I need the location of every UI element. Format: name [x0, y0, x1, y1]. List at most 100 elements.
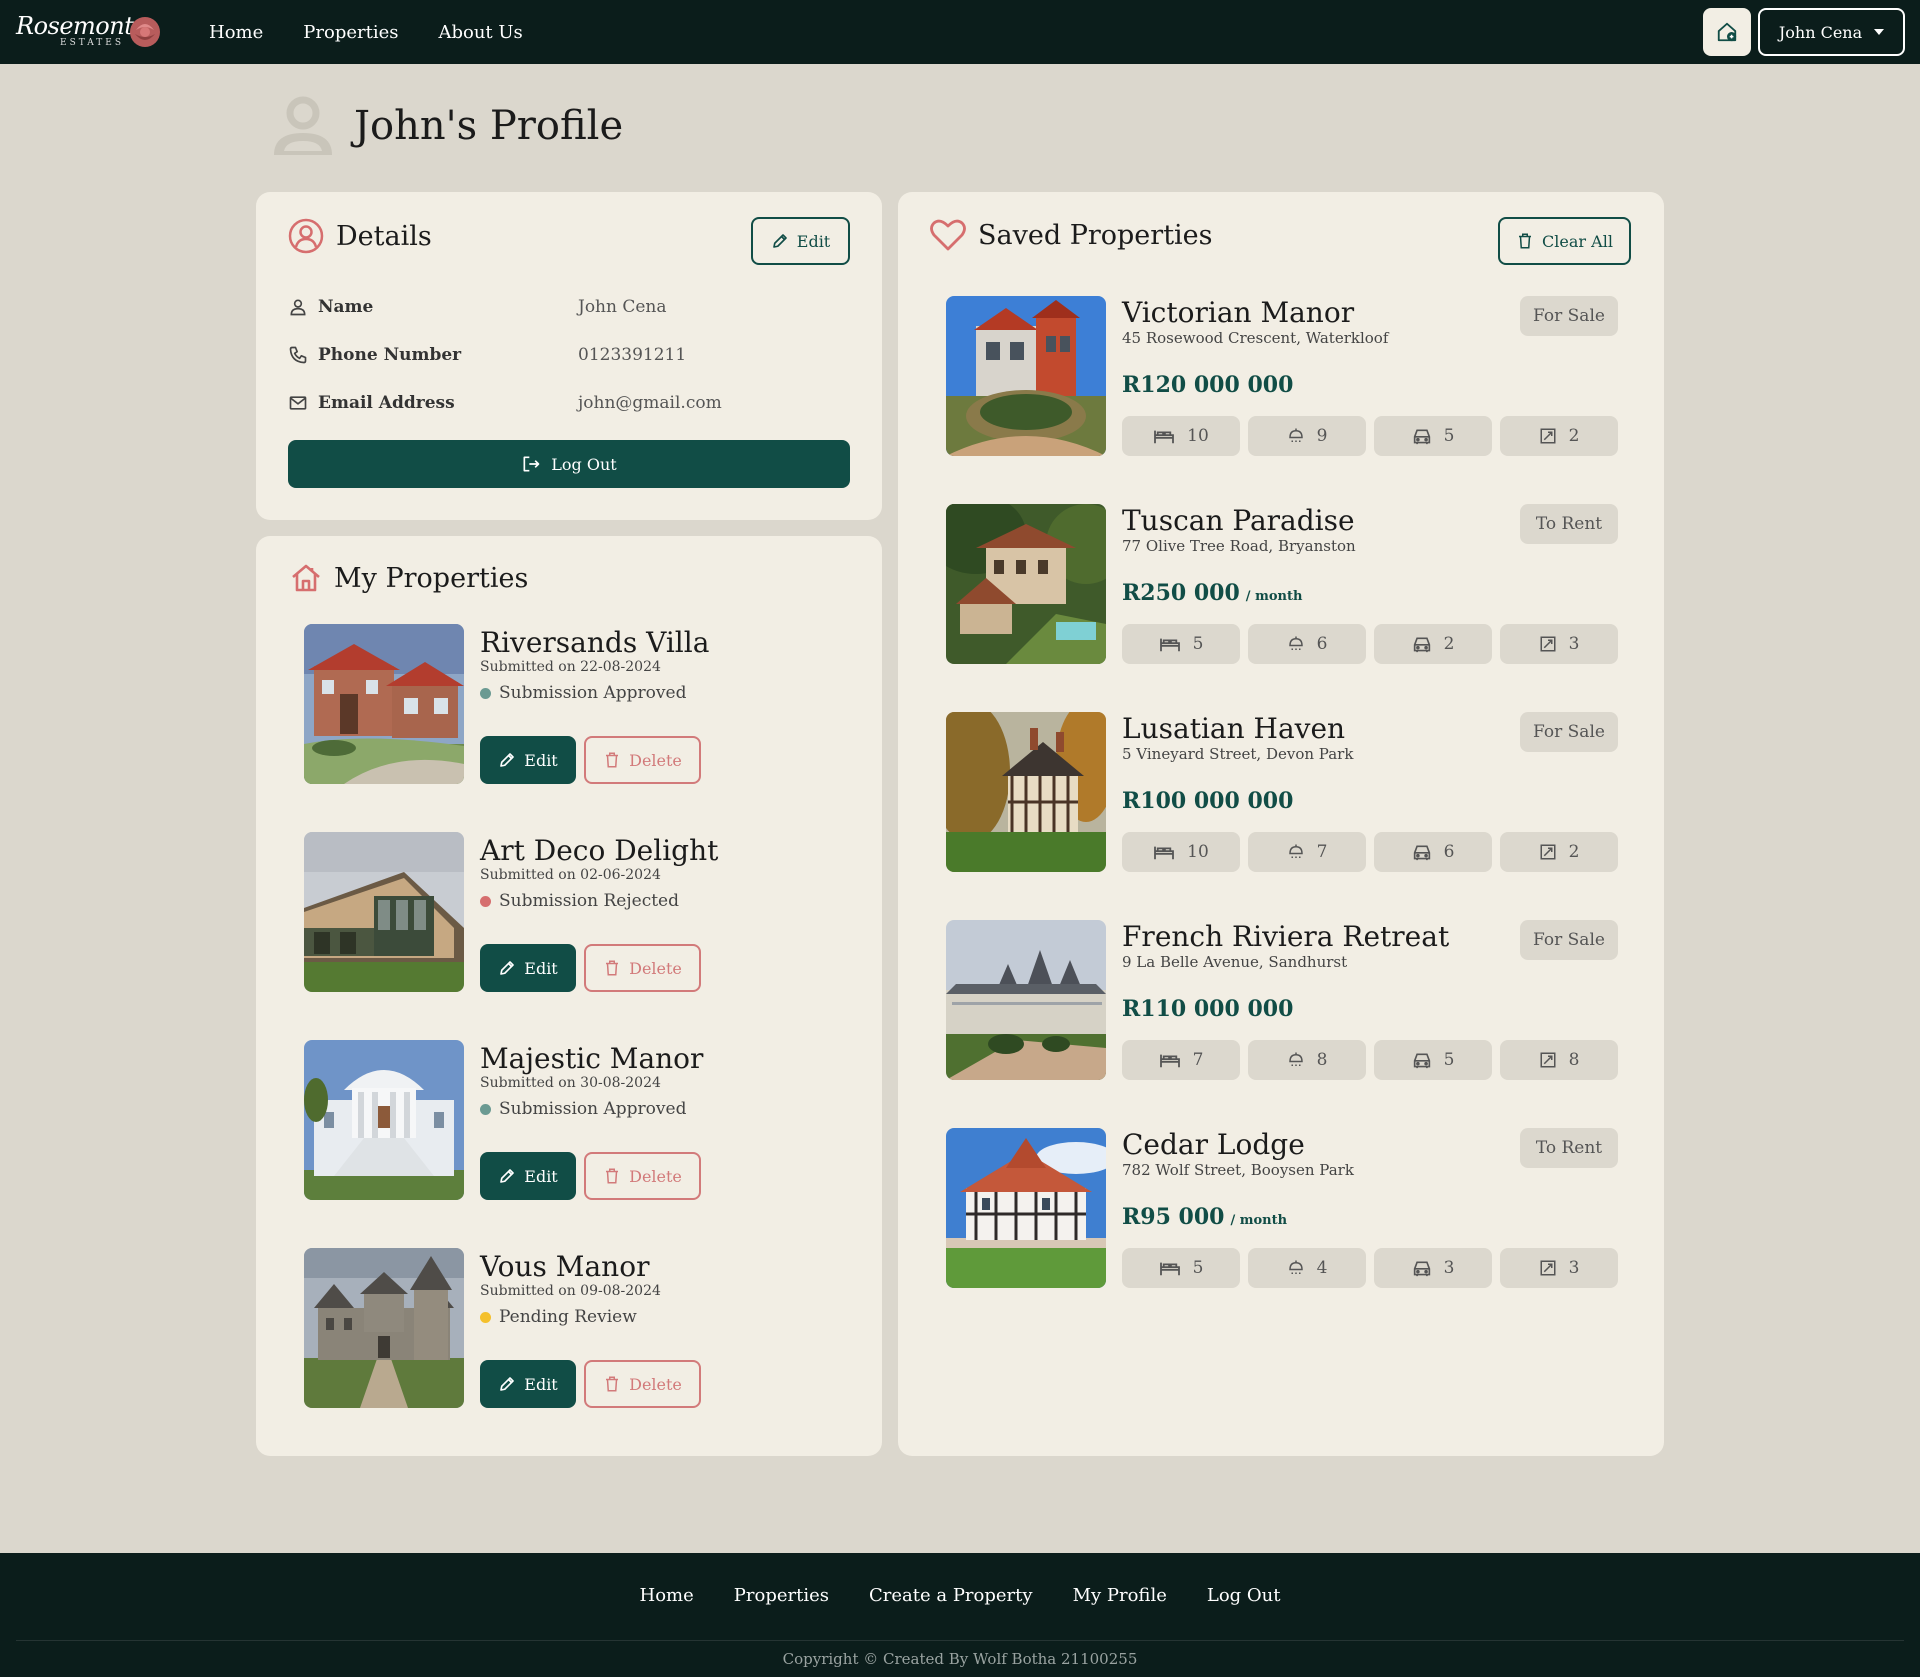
user-name: John Cena	[1778, 22, 1863, 42]
bedrooms-feature: 7	[1122, 1040, 1240, 1080]
logo-subtext: ESTATES	[60, 38, 124, 48]
edit-details-button[interactable]: Edit	[751, 217, 850, 265]
pencil-icon	[500, 1377, 515, 1391]
name-label: Name	[318, 297, 374, 317]
pencil-icon	[500, 1169, 515, 1183]
email-value: john@gmail.com	[578, 393, 722, 413]
nav-link-about-us[interactable]: About Us	[438, 22, 522, 43]
listing-type-badge: To Rent	[1520, 1128, 1618, 1168]
delete-label: Delete	[629, 1374, 682, 1394]
trash-icon	[1519, 233, 1532, 249]
property-info: Art Deco Delight Submitted on 02-06-2024…	[480, 832, 718, 911]
property-image[interactable]	[304, 1040, 464, 1200]
car-icon	[1413, 1053, 1430, 1069]
copyright-text: Copyright © Created By Wolf Botha 211002…	[782, 1650, 1138, 1668]
area-icon	[1540, 1052, 1556, 1068]
nav-link-properties[interactable]: Properties	[303, 22, 398, 43]
property-name[interactable]: Art Deco Delight	[480, 834, 718, 867]
mail-icon	[289, 396, 307, 410]
saved-property-item: Lusatian Haven 5 Vineyard Street, Devon …	[946, 712, 1618, 872]
footer-link-properties[interactable]: Properties	[734, 1585, 829, 1606]
house-icon	[292, 564, 320, 592]
logo-text: Rosemont	[16, 12, 134, 40]
property-image[interactable]	[304, 624, 464, 784]
house-plus-icon	[1717, 22, 1737, 42]
trash-icon	[606, 1168, 619, 1184]
footer-link-create-property[interactable]: Create a Property	[869, 1585, 1033, 1606]
property-image[interactable]	[946, 504, 1106, 664]
property-features: 7 8 5 8	[1122, 1040, 1618, 1080]
nav-link-home[interactable]: Home	[209, 22, 263, 43]
delete-property-button[interactable]: Delete	[584, 736, 701, 784]
footer-link-log-out[interactable]: Log Out	[1207, 1585, 1281, 1606]
saved-property-item: Tuscan Paradise 77 Olive Tree Road, Brya…	[946, 504, 1618, 664]
delete-label: Delete	[629, 958, 682, 978]
edit-property-button[interactable]: Edit	[480, 1360, 576, 1408]
clear-all-button[interactable]: Clear All	[1498, 217, 1631, 265]
bathrooms-feature: 7	[1248, 832, 1366, 872]
bedrooms-count: 10	[1187, 842, 1209, 862]
bedrooms-count: 5	[1192, 634, 1204, 654]
bathrooms-feature: 8	[1248, 1040, 1366, 1080]
delete-property-button[interactable]: Delete	[584, 1152, 701, 1200]
property-name[interactable]: Vous Manor	[480, 1250, 661, 1283]
edit-property-button[interactable]: Edit	[480, 736, 576, 784]
property-name[interactable]: Majestic Manor	[480, 1042, 703, 1075]
user-menu-dropdown[interactable]: John Cena	[1758, 8, 1905, 56]
detail-label-name: Name	[288, 297, 578, 317]
property-image[interactable]	[946, 296, 1106, 456]
footer-link-my-profile[interactable]: My Profile	[1073, 1585, 1167, 1606]
saved-title: Saved Properties	[978, 219, 1213, 251]
my-property-item: Majestic Manor Submitted on 30-08-2024 S…	[304, 1040, 844, 1200]
saved-property-item: Cedar Lodge 782 Wolf Street, Booysen Par…	[946, 1128, 1618, 1288]
delete-property-button[interactable]: Delete	[584, 1360, 701, 1408]
bedrooms-feature: 5	[1122, 1248, 1240, 1288]
bathrooms-feature: 4	[1248, 1248, 1366, 1288]
shower-icon	[1288, 636, 1303, 650]
status-dot-icon	[480, 1311, 491, 1323]
edit-property-button[interactable]: Edit	[480, 944, 576, 992]
bedrooms-count: 10	[1187, 426, 1209, 446]
phone-value: 0123391211	[578, 345, 687, 365]
garages-count: 3	[1443, 1258, 1455, 1278]
garages-feature: 5	[1374, 1040, 1492, 1080]
property-actions: Edit Delete	[480, 1152, 701, 1200]
car-icon	[1413, 845, 1430, 861]
footer-link-home[interactable]: Home	[640, 1585, 694, 1606]
create-property-button[interactable]	[1703, 8, 1751, 56]
delete-property-button[interactable]: Delete	[584, 944, 701, 992]
size-count: 3	[1568, 634, 1580, 654]
property-name[interactable]: Riversands Villa	[480, 626, 709, 659]
property-image[interactable]	[946, 920, 1106, 1080]
size-count: 3	[1568, 1258, 1580, 1278]
trash-icon	[606, 960, 619, 976]
property-image[interactable]	[304, 832, 464, 992]
detail-row-email: Email Address john@gmail.com	[288, 388, 848, 418]
property-image[interactable]	[946, 1128, 1106, 1288]
main-nav: Home Properties About Us	[209, 0, 523, 64]
property-features: 10 7 6 2	[1122, 832, 1618, 872]
brand-logo[interactable]: Rosemont ESTATES	[16, 10, 168, 54]
detail-label-email: Email Address	[288, 393, 578, 413]
bedrooms-feature: 5	[1122, 624, 1240, 664]
bed-icon	[1159, 1054, 1180, 1068]
bathrooms-count: 8	[1316, 1050, 1328, 1070]
garages-feature: 5	[1374, 416, 1492, 456]
listing-type-badge: To Rent	[1520, 504, 1618, 544]
car-icon	[1413, 1261, 1430, 1277]
property-image[interactable]	[946, 712, 1106, 872]
status-text: Submission Rejected	[499, 891, 679, 911]
size-feature: 2	[1500, 416, 1618, 456]
bedrooms-count: 7	[1192, 1050, 1204, 1070]
status-dot-icon	[480, 687, 491, 699]
submission-status: Pending Review	[480, 1307, 661, 1327]
listing-type-badge: For Sale	[1520, 296, 1618, 336]
status-dot-icon	[480, 895, 491, 907]
property-image[interactable]	[304, 1248, 464, 1408]
property-info: Riversands Villa Submitted on 22-08-2024…	[480, 624, 709, 703]
submitted-date: Submitted on 09-08-2024	[480, 1283, 661, 1299]
logout-button[interactable]: Log Out	[288, 440, 850, 488]
trash-icon	[606, 1376, 619, 1392]
edit-property-button[interactable]: Edit	[480, 1152, 576, 1200]
pencil-icon	[500, 961, 515, 975]
